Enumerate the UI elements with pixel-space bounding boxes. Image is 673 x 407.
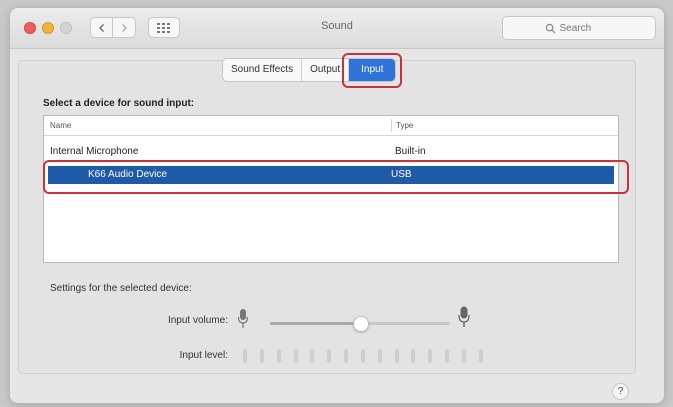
search-icon xyxy=(545,23,556,34)
device-name: Internal Microphone xyxy=(50,146,139,157)
tab-output[interactable]: Output xyxy=(302,59,350,81)
device-type: Built-in xyxy=(395,146,426,157)
microphone-high-icon xyxy=(458,306,470,328)
level-segment xyxy=(411,349,416,363)
microphone-low-icon xyxy=(237,308,249,330)
level-segment xyxy=(276,349,281,363)
level-segment xyxy=(259,349,264,363)
settings-heading: Settings for the selected device: xyxy=(50,283,192,294)
tab-sound-effects[interactable]: Sound Effects xyxy=(223,59,303,81)
input-level-label: Input level: xyxy=(179,350,228,361)
level-segment xyxy=(445,349,450,363)
device-name: K66 Audio Device xyxy=(88,169,167,180)
search-input[interactable] xyxy=(559,22,614,34)
input-volume-thumb[interactable] xyxy=(353,316,369,332)
input-device-heading: Select a device for sound input: xyxy=(43,98,195,109)
level-segment xyxy=(377,349,382,363)
table-header: Name Type xyxy=(44,116,618,136)
tab-bar: Sound Effects Output Input xyxy=(222,53,403,88)
table-row-selected[interactable]: K66 Audio Device USB xyxy=(48,166,614,184)
level-segment xyxy=(461,349,466,363)
level-segment xyxy=(344,349,349,363)
title-bar: Sound xyxy=(10,8,664,49)
input-level-meter xyxy=(243,349,483,363)
input-device-table: Name Type Internal Microphone Built-in K… xyxy=(43,115,619,263)
level-segment xyxy=(243,349,247,363)
input-volume-label: Input volume: xyxy=(167,315,228,326)
tab-input[interactable]: Input xyxy=(342,53,403,88)
search-field[interactable] xyxy=(502,16,656,40)
level-segment xyxy=(478,349,483,363)
column-header-type[interactable]: Type xyxy=(391,119,413,132)
help-button[interactable]: ? xyxy=(612,383,629,400)
level-segment xyxy=(428,349,433,363)
device-type: USB xyxy=(391,169,412,180)
input-volume-fill xyxy=(270,322,360,325)
level-segment xyxy=(310,349,315,363)
level-segment xyxy=(394,349,399,363)
level-segment xyxy=(360,349,365,363)
level-segment xyxy=(327,349,332,363)
column-header-name[interactable]: Name xyxy=(50,121,71,130)
level-segment xyxy=(293,349,298,363)
input-volume-slider[interactable] xyxy=(270,316,450,332)
table-row[interactable]: Internal Microphone Built-in xyxy=(44,144,618,160)
